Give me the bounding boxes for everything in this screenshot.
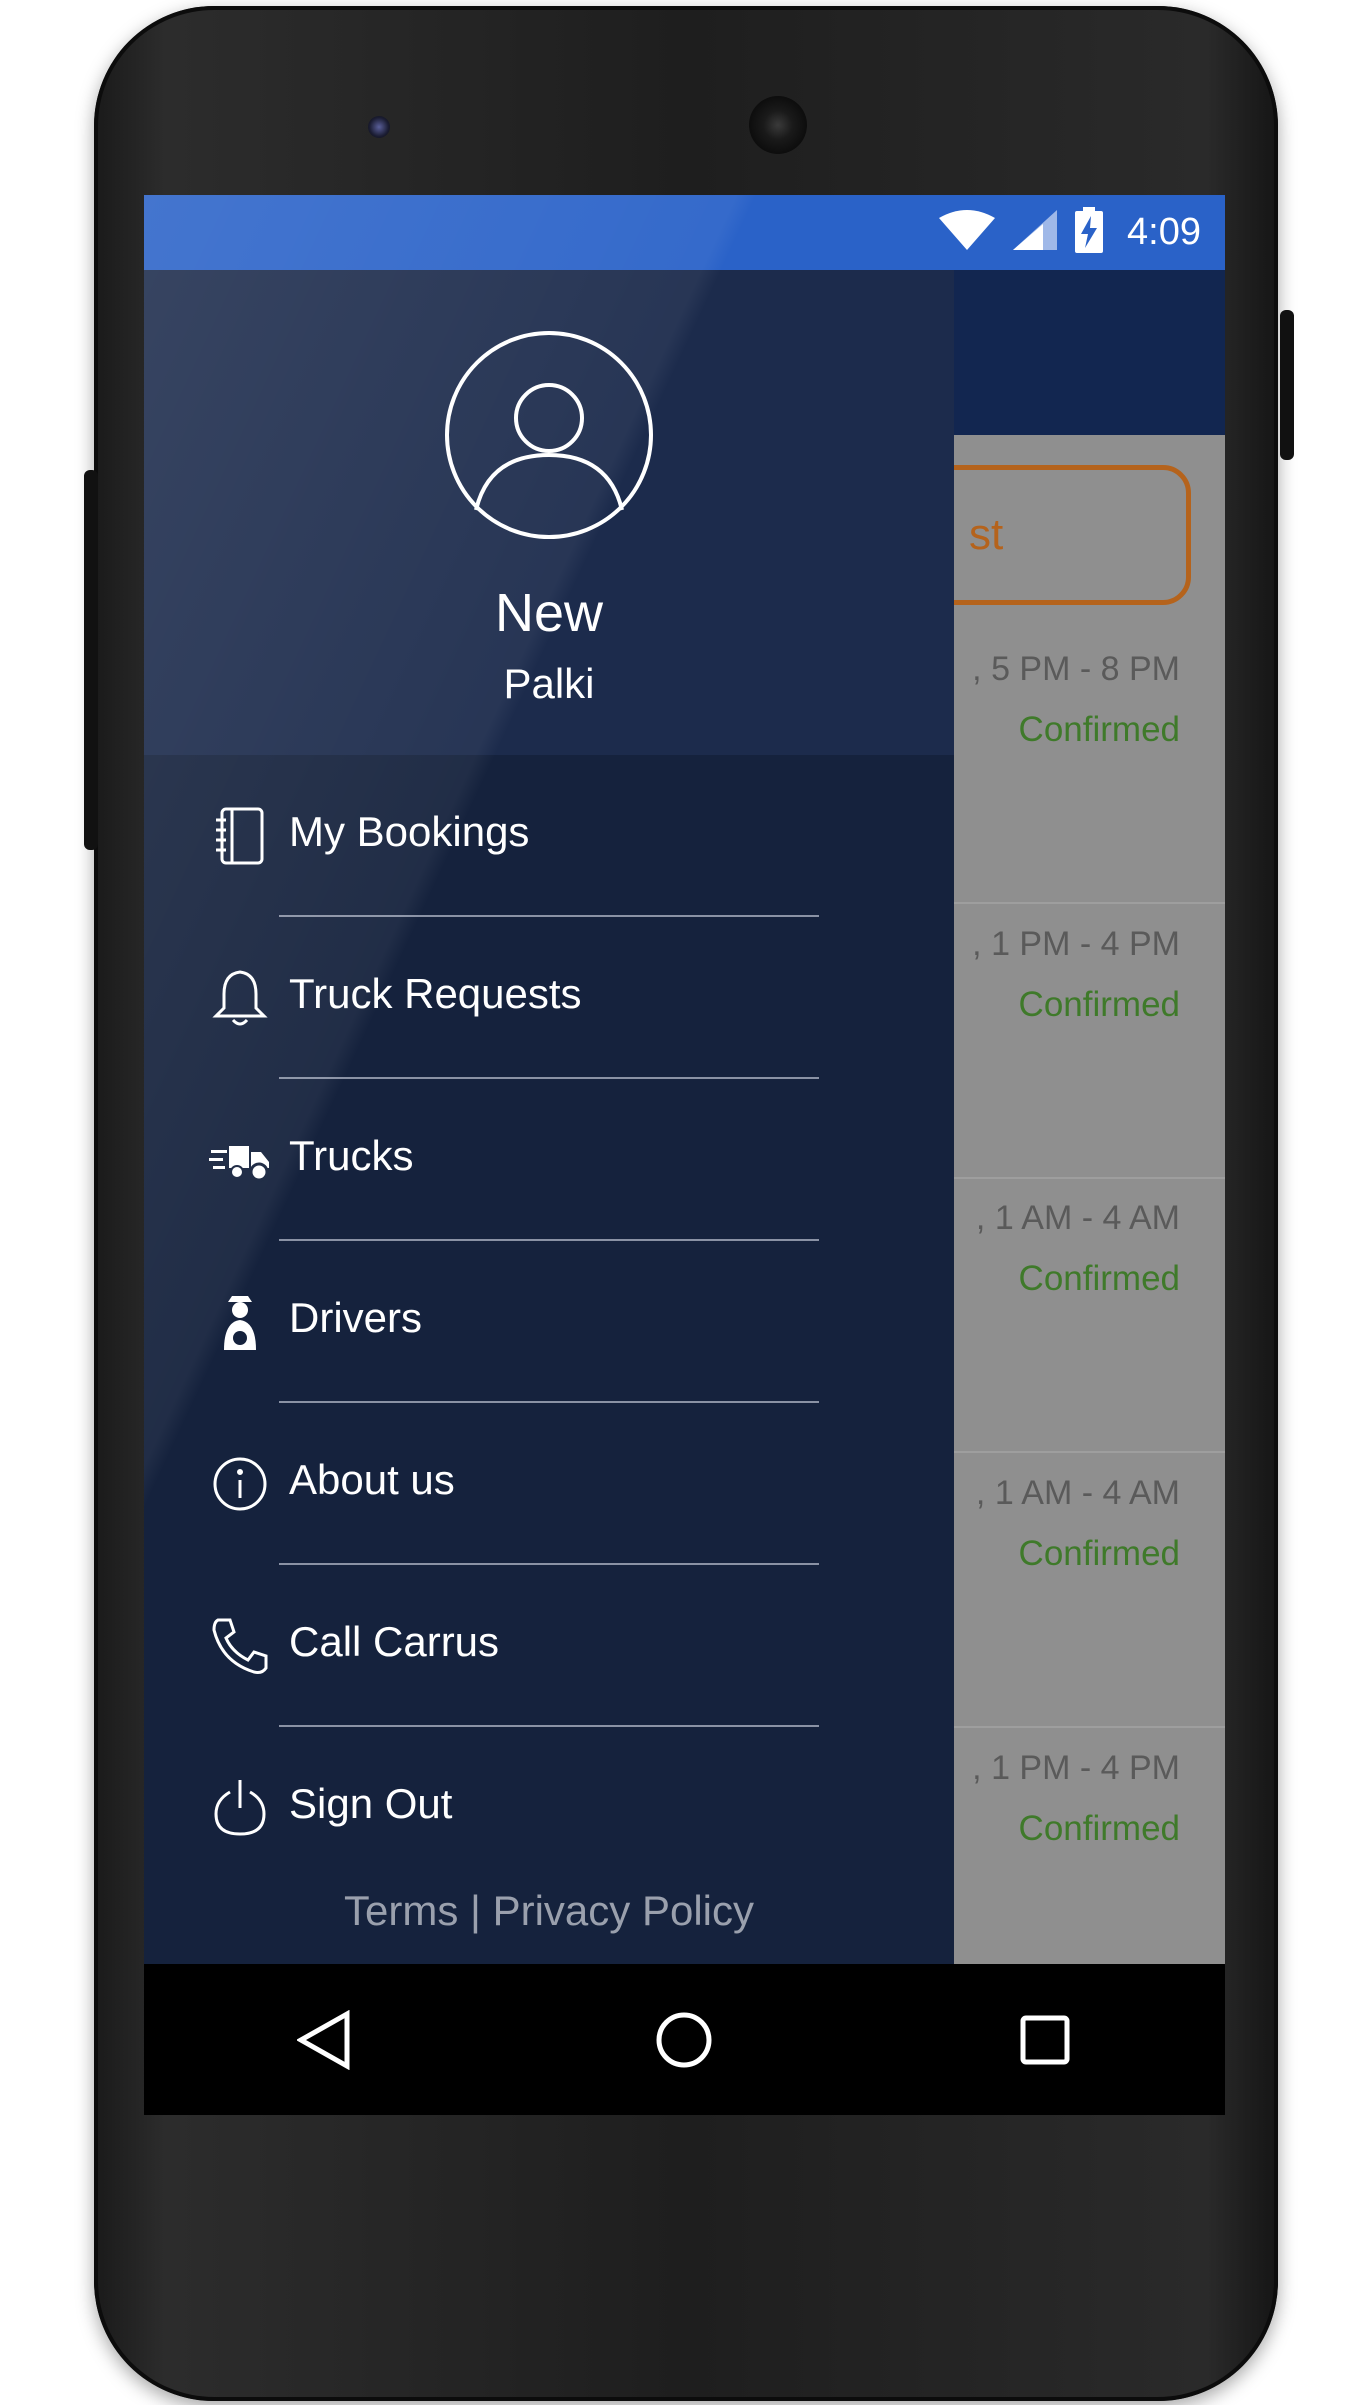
screen: 4:09 st , 5 PM - 8 PM Confirmed , 1 PM -…: [144, 195, 1225, 2115]
footer-links: Terms | Privacy Policy: [144, 1887, 954, 1935]
user-avatar-icon[interactable]: [444, 330, 654, 540]
booking-status: Confirmed: [1018, 1534, 1180, 1573]
notebook-icon: [208, 804, 272, 868]
menu-label: My Bookings: [289, 808, 530, 855]
menu-label: About us: [289, 1456, 455, 1503]
booking-status: Confirmed: [1018, 710, 1180, 749]
privacy-policy-link[interactable]: Privacy Policy: [493, 1887, 754, 1934]
menu-item-drivers[interactable]: Drivers: [144, 1241, 954, 1403]
booking-time: , 1 AM - 4 AM: [975, 1474, 1180, 1512]
info-icon: [208, 1452, 272, 1516]
menu-label: Sign Out: [289, 1780, 453, 1827]
booking-time: , 1 PM - 4 PM: [972, 1749, 1180, 1787]
power-button: [1280, 310, 1294, 460]
booking-time: , 1 PM - 4 PM: [972, 925, 1180, 963]
user-name: New: [494, 583, 604, 643]
request-button-label: st: [969, 510, 1004, 559]
signal-icon: [1013, 210, 1058, 255]
status-time: 4:09: [1127, 211, 1201, 253]
menu-label: Trucks: [289, 1132, 414, 1179]
battery-charging-icon: [1075, 207, 1104, 258]
booking-time: , 5 PM - 8 PM: [972, 650, 1180, 688]
volume-button: [84, 470, 98, 850]
truck-icon: [208, 1128, 272, 1192]
menu-label: Drivers: [289, 1294, 422, 1341]
menu-item-call-carrus[interactable]: Call Carrus: [144, 1565, 954, 1727]
power-icon: [208, 1776, 272, 1840]
recents-icon[interactable]: [1015, 2010, 1075, 2070]
menu-item-about-us[interactable]: About us: [144, 1403, 954, 1565]
menu-item-truck-requests[interactable]: Truck Requests: [144, 917, 954, 1079]
drawer-header: New Palki: [144, 270, 954, 755]
menu-item-sign-out[interactable]: Sign Out: [144, 1727, 954, 1889]
status-bar: 4:09: [144, 195, 1225, 270]
back-icon[interactable]: [294, 2009, 354, 2070]
menu-item-my-bookings[interactable]: My Bookings: [144, 755, 954, 917]
phone-icon: [208, 1614, 272, 1678]
speaker-grille: [749, 96, 807, 154]
menu-label: Truck Requests: [289, 970, 582, 1017]
bell-icon: [208, 966, 272, 1030]
menu-label: Call Carrus: [289, 1618, 500, 1665]
navigation-drawer: New Palki My Bookings Truck Requests Tru…: [144, 270, 954, 1964]
booking-time: , 1 AM - 4 AM: [975, 1199, 1180, 1237]
booking-status: Confirmed: [1018, 985, 1180, 1024]
booking-status: Confirmed: [1018, 1809, 1180, 1848]
drawer-menu: My Bookings Truck Requests Trucks Driver…: [144, 755, 954, 1889]
home-icon[interactable]: [654, 2010, 714, 2070]
wifi-icon: [939, 210, 996, 255]
menu-item-trucks[interactable]: Trucks: [144, 1079, 954, 1241]
user-subtitle: Palki: [503, 660, 595, 707]
footer-separator: |: [470, 1887, 481, 1934]
driver-icon: [208, 1290, 272, 1354]
system-nav-bar: [144, 1964, 1225, 2115]
front-camera: [368, 116, 390, 138]
terms-link[interactable]: Terms: [344, 1887, 458, 1934]
booking-status: Confirmed: [1018, 1259, 1180, 1298]
